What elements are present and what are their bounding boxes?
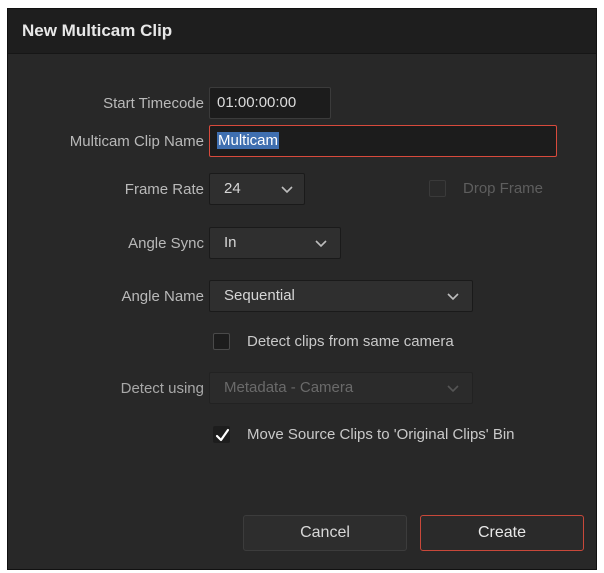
frame-rate-value: 24 — [224, 180, 241, 197]
cancel-button[interactable]: Cancel — [243, 515, 407, 551]
chevron-down-icon — [447, 385, 459, 393]
angle-sync-label: Angle Sync — [128, 235, 204, 252]
chevron-down-icon — [447, 293, 459, 301]
start-timecode-field[interactable]: 01:00:00:00 — [209, 87, 331, 119]
dialog-titlebar: New Multicam Clip — [8, 9, 596, 54]
move-source-checkbox[interactable] — [213, 426, 230, 443]
frame-rate-select[interactable]: 24 — [209, 173, 305, 205]
frame-rate-label: Frame Rate — [124, 181, 204, 198]
angle-name-value: Sequential — [224, 287, 295, 304]
new-multicam-clip-dialog: New Multicam Clip Start Timecode 01:00:0… — [7, 8, 597, 570]
detect-same-camera-checkbox[interactable] — [213, 333, 230, 350]
checkmark-icon — [215, 428, 230, 442]
detect-using-select[interactable]: Metadata - Camera — [209, 372, 473, 404]
move-source-label: Move Source Clips to 'Original Clips' Bi… — [247, 426, 515, 443]
clip-name-value: Multicam — [217, 132, 280, 149]
detect-same-camera-label: Detect clips from same camera — [247, 333, 454, 350]
chevron-down-icon — [315, 240, 327, 248]
detect-using-value: Metadata - Camera — [224, 379, 354, 396]
detect-using-label: Detect using — [120, 380, 204, 397]
angle-name-select[interactable]: Sequential — [209, 280, 473, 312]
start-timecode-label: Start Timecode — [103, 95, 204, 112]
clip-name-field[interactable]: Multicam — [209, 125, 557, 157]
angle-sync-value: In — [224, 234, 237, 251]
angle-name-label: Angle Name — [121, 288, 204, 305]
create-button[interactable]: Create — [420, 515, 584, 551]
drop-frame-checkbox[interactable] — [429, 180, 446, 197]
clip-name-label: Multicam Clip Name — [69, 133, 204, 150]
chevron-down-icon — [281, 186, 293, 194]
start-timecode-value: 01:00:00:00 — [217, 94, 297, 111]
drop-frame-label: Drop Frame — [463, 180, 544, 197]
angle-sync-select[interactable]: In — [209, 227, 341, 259]
dialog-title: New Multicam Clip — [22, 21, 173, 40]
